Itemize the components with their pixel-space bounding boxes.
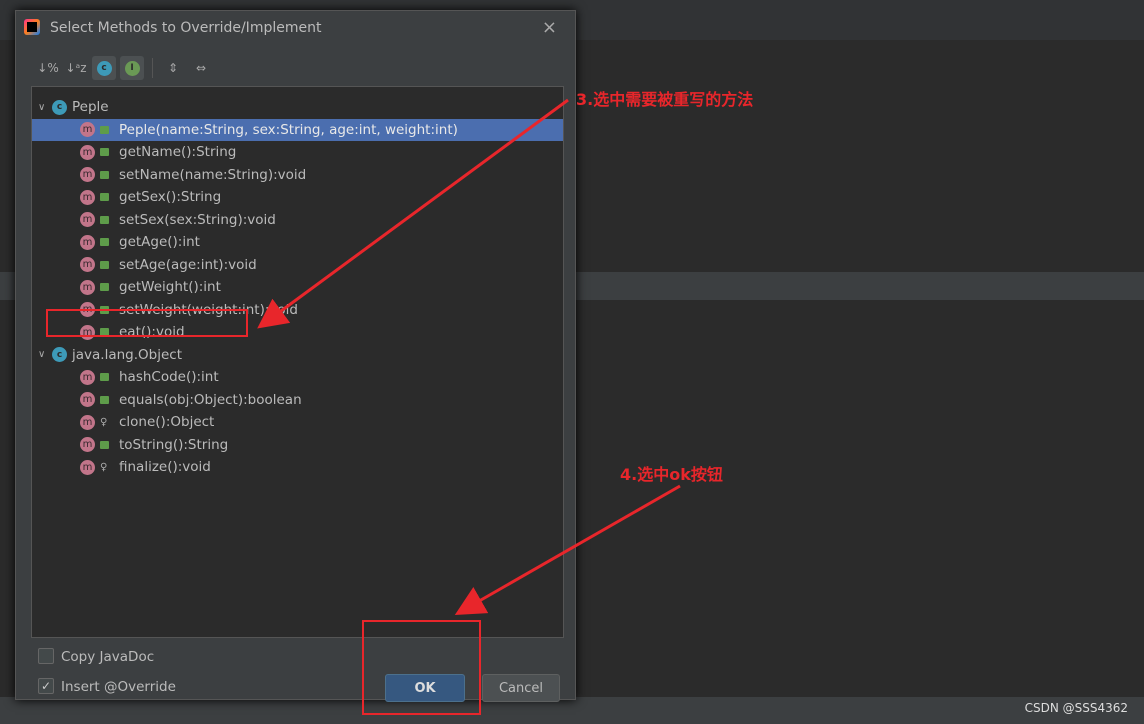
arrow-to-ok	[454, 484, 681, 615]
annotation-step3: 3.选中需要被重写的方法	[576, 90, 754, 109]
arrow-to-eat	[257, 98, 569, 329]
annotation-step4: 4.选中ok按钮	[620, 465, 723, 484]
annotation-arrows	[257, 98, 681, 615]
watermark: CSDN @SSS4362	[1024, 701, 1128, 715]
